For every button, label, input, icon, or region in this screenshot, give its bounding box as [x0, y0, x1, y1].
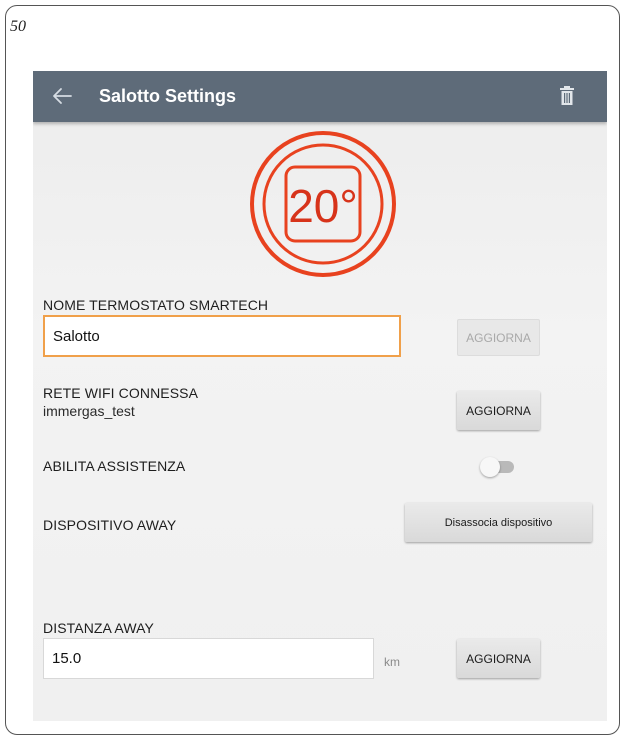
page-number: 50 — [10, 18, 26, 35]
wifi-network-name: immergas_test — [43, 403, 135, 419]
arrow-left-icon[interactable] — [49, 81, 75, 111]
toggle-thumb — [480, 457, 500, 477]
thermostat-name-input[interactable] — [43, 315, 401, 357]
app-bar-title: Salotto Settings — [99, 86, 237, 106]
away-device-label: DISPOSITIVO AWAY — [43, 517, 177, 533]
trash-icon[interactable] — [559, 85, 575, 107]
app-screen: Salotto Settings 20° NOME TERMOSTATO SMA… — [33, 71, 607, 721]
distance-label: DISTANZA AWAY — [43, 620, 154, 636]
assistance-label: ABILITA ASSISTENZA — [43, 458, 186, 474]
assistance-toggle[interactable] — [480, 457, 518, 477]
wifi-label: RETE WIFI CONNESSA — [43, 385, 199, 401]
distance-unit: km — [384, 655, 400, 669]
thermostat-logo: 20° — [248, 129, 398, 279]
distance-input[interactable] — [43, 638, 374, 679]
app-bar: Salotto Settings — [33, 71, 607, 122]
update-name-button[interactable]: AGGIORNA — [457, 319, 540, 356]
unpair-device-button[interactable]: Disassocia dispositivo — [405, 503, 592, 542]
name-label: NOME TERMOSTATO SMARTECH — [43, 297, 269, 313]
update-distance-button[interactable]: AGGIORNA — [457, 639, 540, 678]
update-wifi-button[interactable]: AGGIORNA — [457, 391, 540, 430]
temperature-value: 20° — [288, 180, 358, 232]
